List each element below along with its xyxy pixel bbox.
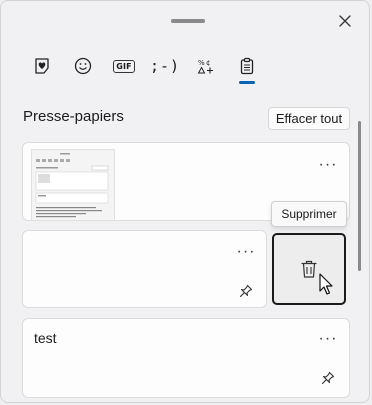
pin-button[interactable] (237, 282, 255, 300)
svg-text:¢: ¢ (206, 59, 210, 67)
clear-all-button[interactable]: Effacer tout (268, 107, 350, 130)
symbols-icon: % ¢ (197, 59, 213, 74)
tab-emoji[interactable] (64, 49, 102, 83)
scrollbar[interactable] (358, 121, 361, 271)
tab-symbols[interactable]: % ¢ (187, 49, 225, 83)
gif-icon: GIF (113, 59, 135, 73)
clipboard-image-thumbnail (31, 149, 115, 221)
clipboard-item-text-content: test (34, 330, 57, 346)
clipboard-icon (240, 57, 254, 75)
clipboard-item-text[interactable]: test ··· (22, 318, 350, 398)
pin-button[interactable] (319, 369, 337, 387)
pin-icon (239, 284, 253, 298)
trash-icon (301, 260, 317, 278)
close-icon (339, 15, 351, 27)
tab-kaomoji[interactable]: ;-) (146, 49, 184, 83)
emoji-clipboard-panel: GIF ;-) % ¢ Presse-papiers Effacer tout (0, 0, 370, 403)
more-options-button[interactable]: ··· (317, 157, 339, 173)
tab-gif[interactable]: GIF (105, 49, 143, 83)
svg-text:%: % (198, 59, 205, 67)
pin-icon (321, 371, 335, 385)
heart-sticker-icon (35, 58, 49, 74)
close-button[interactable] (335, 11, 355, 31)
more-options-button[interactable]: ··· (317, 331, 339, 347)
delete-tooltip: Supprimer (271, 201, 347, 227)
tab-clipboard[interactable] (228, 49, 266, 83)
selected-tab-indicator (239, 81, 255, 84)
clipboard-title: Presse-papiers (23, 108, 124, 125)
clipboard-item-empty[interactable]: ··· (22, 230, 267, 308)
more-options-button[interactable]: ··· (235, 244, 257, 260)
tab-stickers[interactable] (23, 49, 61, 83)
mouse-cursor-icon (319, 273, 333, 295)
kaomoji-icon: ;-) (149, 57, 181, 75)
emoji-smiley-icon (74, 57, 92, 75)
drag-handle[interactable] (171, 19, 205, 23)
